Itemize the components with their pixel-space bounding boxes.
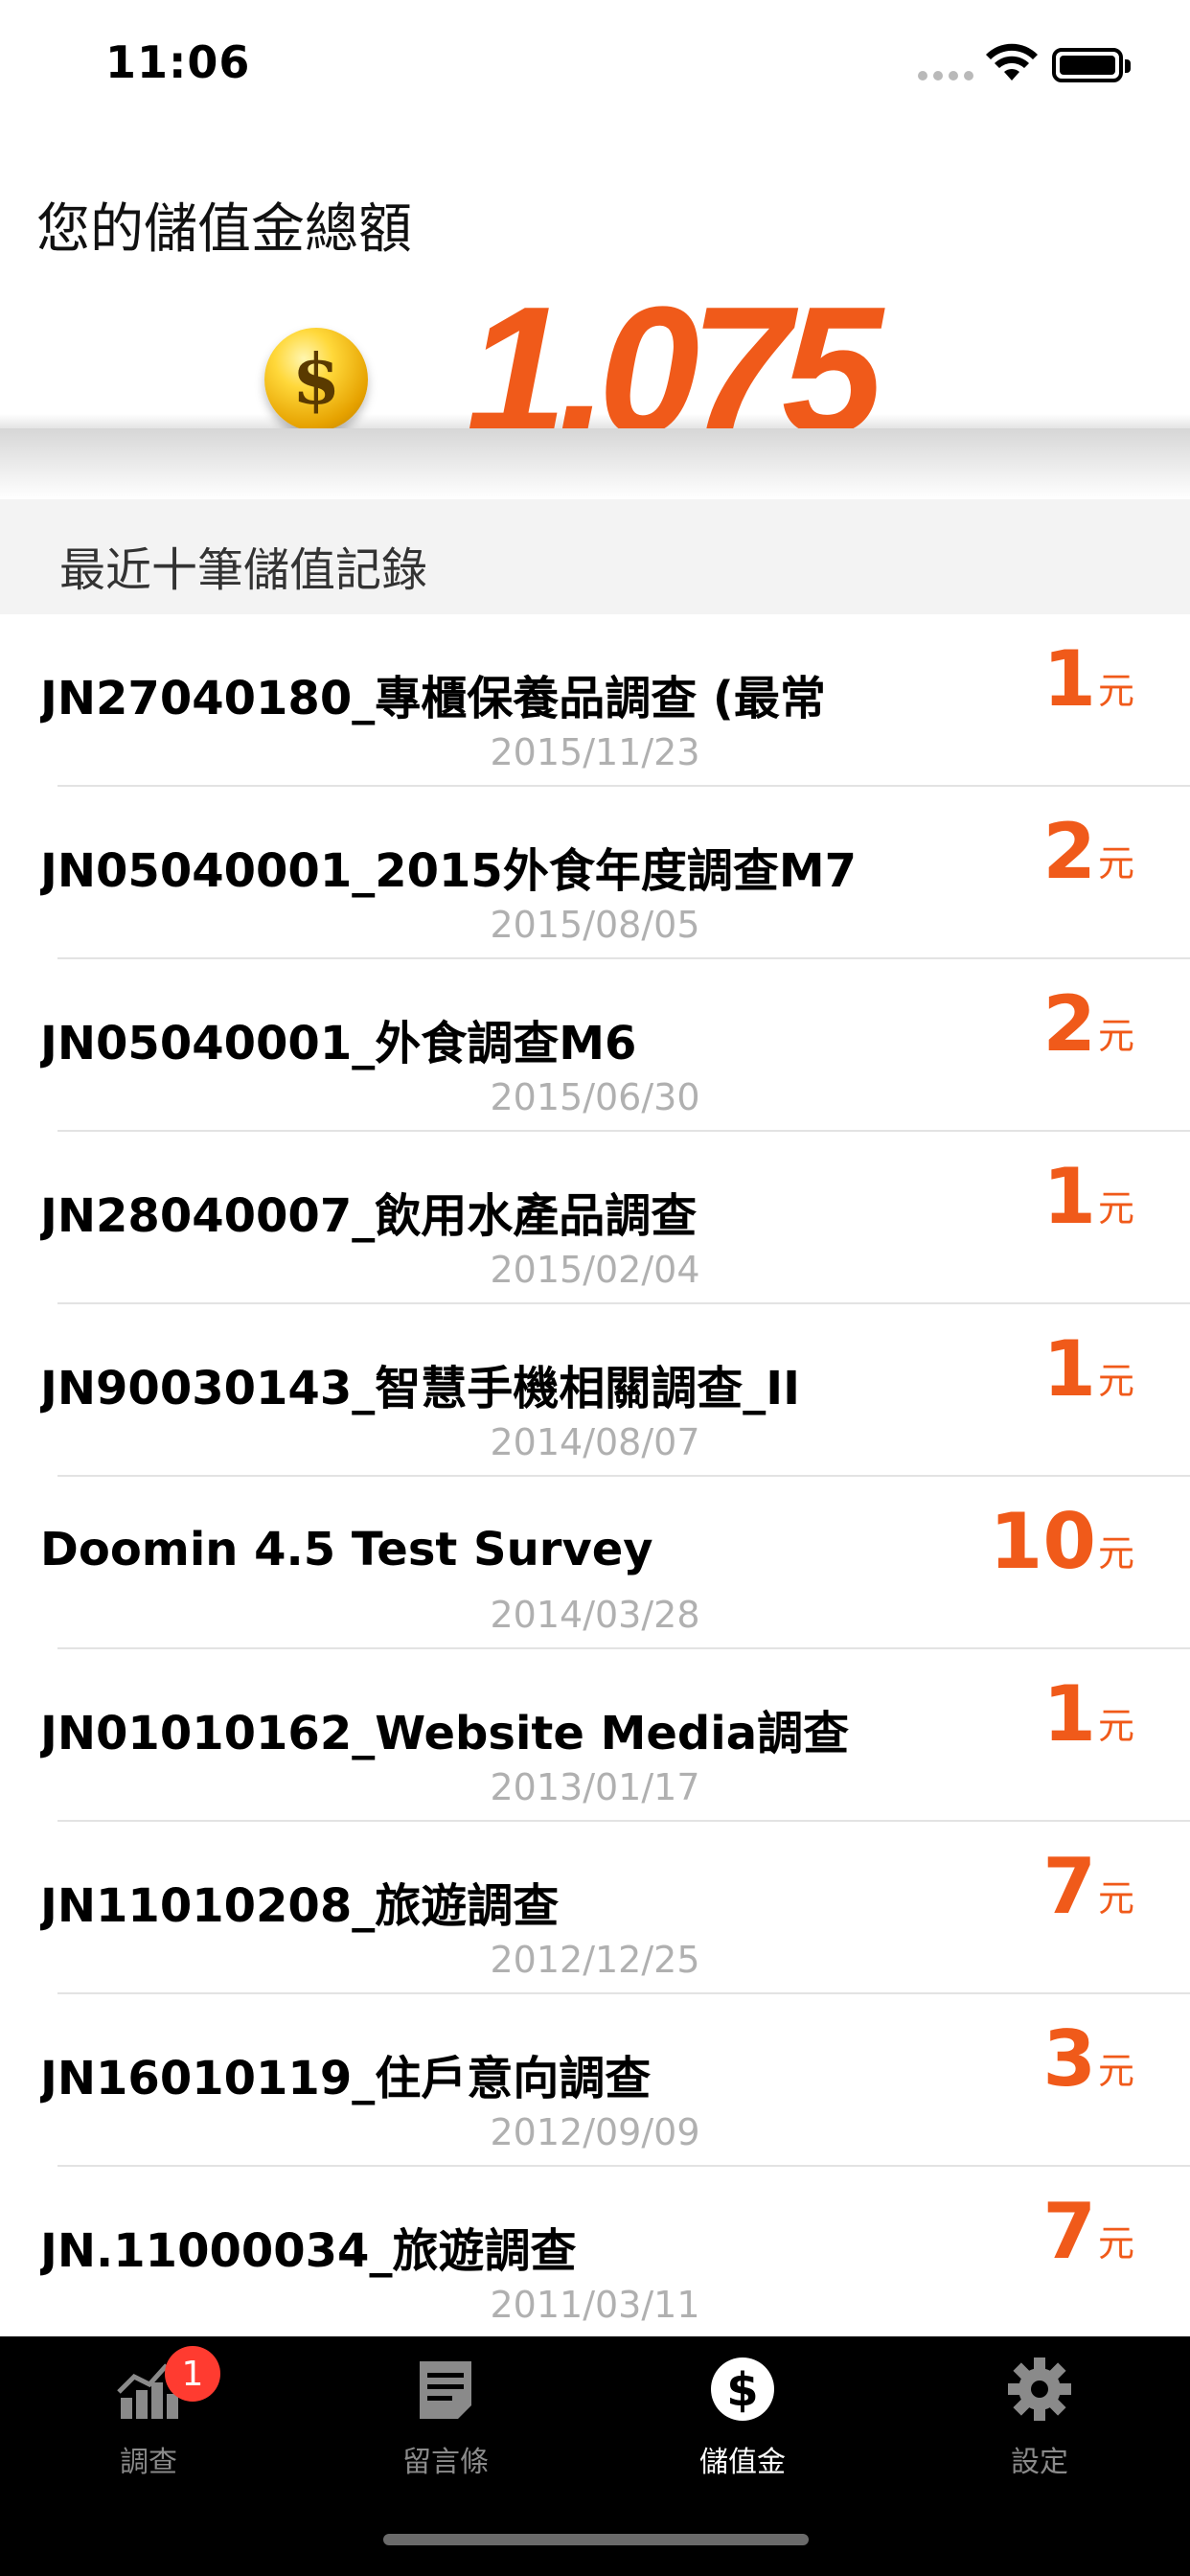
- record-title: JN28040007_飲用水產品調查: [40, 1189, 698, 1243]
- total-balance-section: 您的儲值金總額 $ 1,075 元: [0, 126, 1190, 564]
- record-row[interactable]: JN05040001_2015外食年度調查M7 2015/08/05 2 元: [0, 787, 1190, 959]
- tab-survey-label: 調查: [120, 2446, 177, 2479]
- record-title: JN.11000034_旅遊調查: [40, 2224, 577, 2278]
- records-list[interactable]: JN27040180_專櫃保養品調查 (最常 2015/11/23 1 元 JN0504…: [0, 614, 1190, 2339]
- record-row[interactable]: JN05040001_外食調查M6 2015/06/30 2 元: [0, 959, 1190, 1132]
- record-amount-unit: 元: [1097, 670, 1134, 712]
- record-row[interactable]: JN.11000034_旅遊調查 2011/03/11 7 元: [0, 2167, 1190, 2339]
- record-row[interactable]: JN01010162_Website Media調查 2013/01/17 1 元: [0, 1649, 1190, 1822]
- record-row[interactable]: JN11010208_旅遊調查 2012/12/25 7 元: [0, 1822, 1190, 1994]
- record-amount: 1元: [1042, 1159, 1134, 1235]
- record-amount-value: 2: [1042, 979, 1096, 1069]
- tab-settings-label: 設定: [1011, 2446, 1068, 2479]
- record-date: 2011/03/11: [490, 2284, 700, 2326]
- gear-icon: [1008, 2358, 1071, 2421]
- status-time: 11:06: [105, 36, 251, 88]
- record-date: 2015/02/04: [490, 1249, 700, 1291]
- record-title: JN01010162_Website Media調查: [40, 1707, 850, 1760]
- record-title: JN05040001_外食調查M6: [40, 1017, 637, 1070]
- note-icon: [420, 2361, 471, 2419]
- svg-text:$: $: [726, 2363, 758, 2417]
- record-amount: 3元: [1042, 2021, 1134, 2098]
- coin-glyph: $: [291, 338, 341, 420]
- record-date: 2015/08/05: [490, 904, 700, 946]
- tab-stored-value[interactable]: $ 儲值金: [594, 2336, 891, 2490]
- tab-survey[interactable]: 1 調查: [0, 2336, 297, 2490]
- record-date: 2015/06/30: [490, 1076, 700, 1118]
- record-date: 2015/11/23: [490, 731, 700, 773]
- record-amount: 7元: [1042, 1849, 1134, 1925]
- record-amount-value: 2: [1042, 807, 1096, 896]
- record-row[interactable]: JN27040180_專櫃保養品調查 (最常 2015/11/23 1 元: [0, 614, 1190, 787]
- record-amount: 10 元: [990, 1504, 1134, 1580]
- record-title: JN90030143_智慧手機相關調查_II: [40, 1362, 800, 1415]
- record-amount-unit: 元: [1097, 2050, 1134, 2092]
- record-amount: 1元: [1042, 1331, 1134, 1408]
- home-indicator[interactable]: [383, 2534, 809, 2545]
- record-amount-value: 1: [1042, 634, 1096, 724]
- dollar-coin-icon: $: [264, 328, 368, 431]
- record-amount-value: 7: [1042, 2187, 1096, 2276]
- record-amount: 7元: [1042, 2194, 1134, 2270]
- record-title: JN11010208_旅遊調查: [40, 1879, 560, 1933]
- dollar-icon: $: [711, 2358, 774, 2421]
- record-amount-value: 1: [1042, 1669, 1096, 1759]
- record-amount-value: 1: [1042, 1324, 1096, 1414]
- record-row[interactable]: JN90030143_智慧手機相關調查_II 2014/08/07 1 元: [0, 1304, 1190, 1477]
- cellular-signal-icon: [918, 71, 973, 80]
- record-amount-unit: 元: [1097, 1705, 1134, 1747]
- record-amount-unit: 元: [1097, 1360, 1134, 1402]
- record-date: 2014/03/28: [490, 1594, 700, 1636]
- record-amount-unit: 元: [1097, 2222, 1134, 2265]
- wifi-icon: [986, 43, 1038, 80]
- record-amount-unit: 元: [1097, 1532, 1134, 1575]
- section-divider-shadow: [0, 428, 1190, 499]
- record-title: JN27040180_專櫃保養品調查 (最常: [40, 672, 826, 725]
- record-amount-unit: 元: [1097, 1187, 1134, 1230]
- record-amount-unit: 元: [1097, 1015, 1134, 1057]
- record-amount-unit: 元: [1097, 842, 1134, 885]
- records-section-header: 最近十筆儲值記錄: [0, 499, 1190, 614]
- record-date: 2013/01/17: [490, 1766, 700, 1808]
- status-bar: 11:06: [0, 0, 1190, 126]
- record-amount-value: 3: [1042, 2014, 1096, 2104]
- record-row[interactable]: Doomin 4.5 Test Survey 2014/03/28 10 元: [0, 1477, 1190, 1649]
- record-row[interactable]: JN28040007_飲用水產品調查 2015/02/04 1 元: [0, 1132, 1190, 1304]
- record-date: 2012/09/09: [490, 2111, 700, 2153]
- notification-badge: 1: [165, 2346, 220, 2402]
- record-amount-value: 10: [989, 1497, 1096, 1586]
- record-amount: 2元: [1042, 814, 1134, 890]
- record-amount-value: 7: [1042, 1842, 1096, 1931]
- tab-notes-label: 留言條: [402, 2446, 489, 2479]
- tab-settings[interactable]: 設定: [891, 2336, 1188, 2490]
- record-amount: 2元: [1042, 986, 1134, 1063]
- record-date: 2012/12/25: [490, 1939, 700, 1981]
- record-title: JN05040001_2015外食年度調查M7: [40, 844, 857, 898]
- record-row[interactable]: JN16010119_住戶意向調查 2012/09/09 3 元: [0, 1994, 1190, 2167]
- record-date: 2014/08/07: [490, 1421, 700, 1463]
- battery-icon: [1052, 48, 1131, 82]
- record-title: JN16010119_住戶意向調查: [40, 2052, 652, 2105]
- total-balance-title: 您的儲值金總額: [36, 198, 412, 261]
- record-title: Doomin 4.5 Test Survey: [40, 1523, 653, 1576]
- record-amount: 1元: [1042, 1676, 1134, 1753]
- tab-stored-value-label: 儲值金: [699, 2446, 786, 2479]
- record-amount-unit: 元: [1097, 1877, 1134, 1920]
- tab-bar: 1 調查 留言條 $ 儲值金 設定: [0, 2336, 1190, 2576]
- record-amount-value: 1: [1042, 1152, 1096, 1241]
- record-amount: 1元: [1042, 641, 1134, 718]
- tab-notes[interactable]: 留言條: [297, 2336, 594, 2490]
- records-section-title: 最近十筆儲值記錄: [59, 543, 428, 597]
